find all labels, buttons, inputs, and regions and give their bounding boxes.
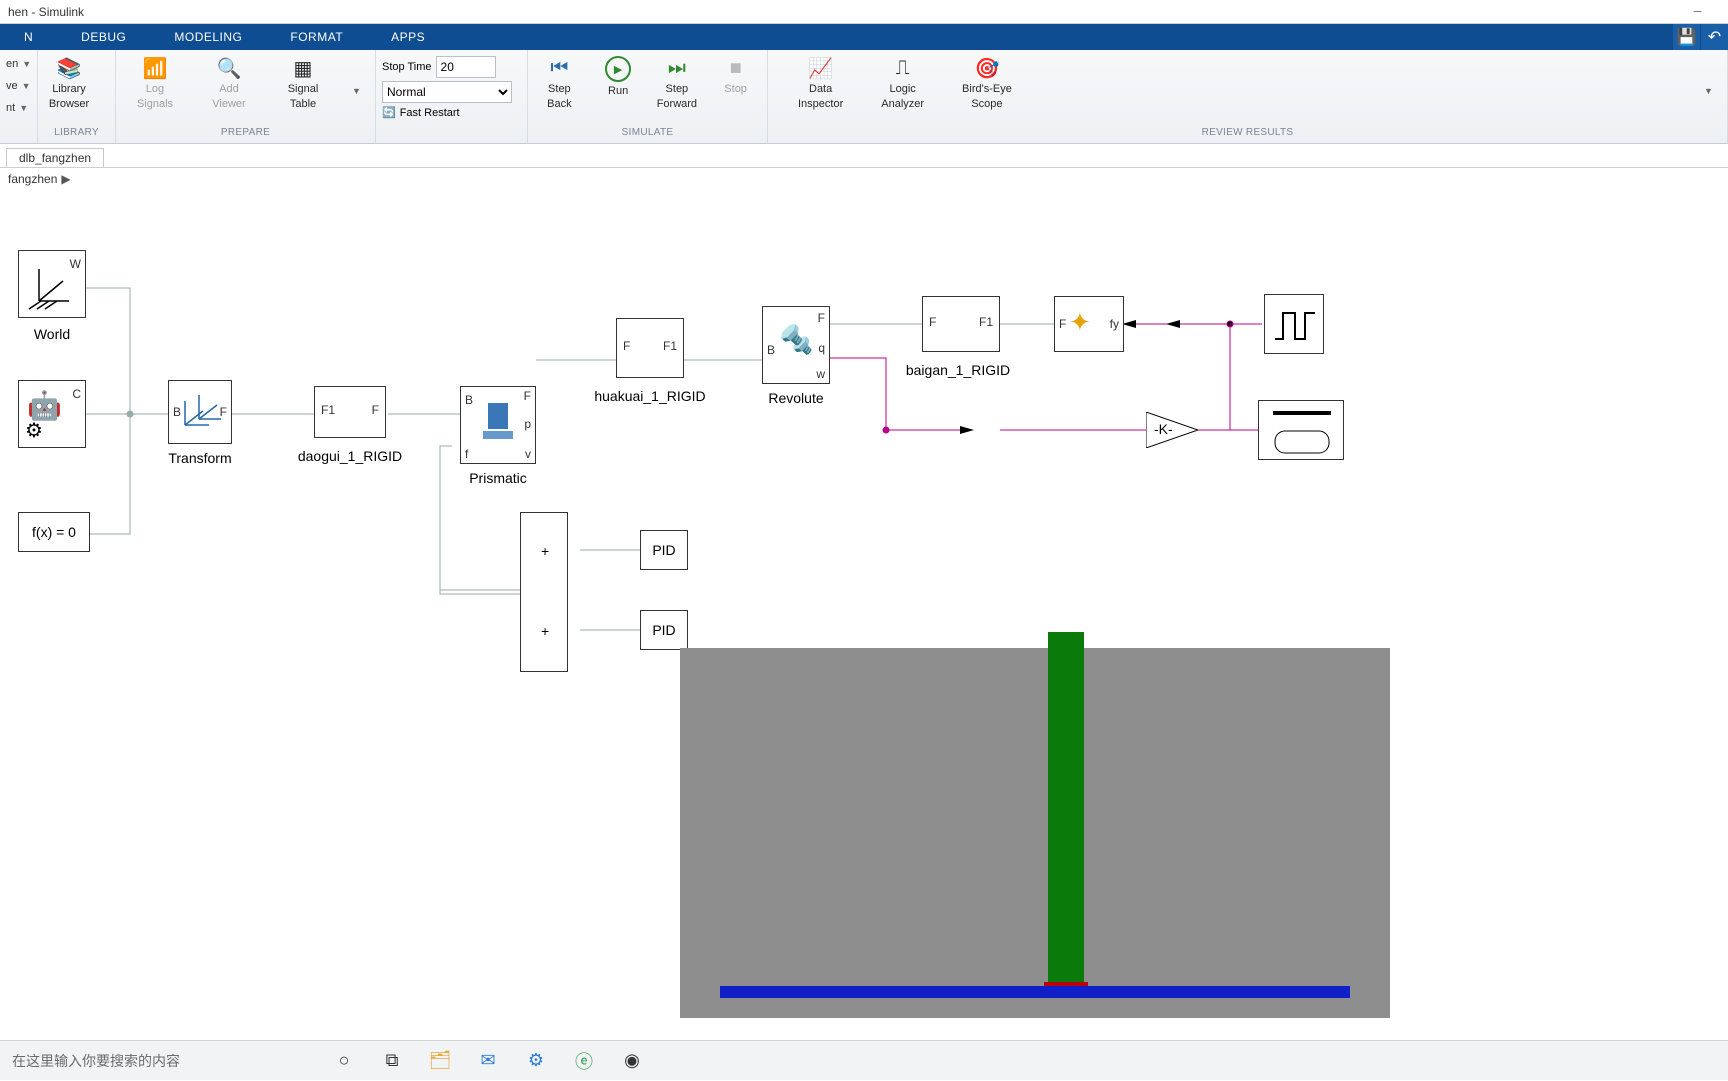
- birds-eye-button[interactable]: 🎯 Bird's-EyeScope: [958, 54, 1016, 112]
- ribbon-tabs: N DEBUG MODELING FORMAT APPS 💾 ↶: [0, 24, 1728, 50]
- viewer-rail: [720, 986, 1350, 998]
- file-explorer-icon[interactable]: 🗂: [416, 1041, 464, 1081]
- block-label: Revolute: [726, 390, 866, 406]
- analyzer-icon: ⎍: [891, 56, 915, 80]
- block-pid-2[interactable]: PID: [640, 610, 688, 650]
- block-pid-1[interactable]: PID: [640, 530, 688, 570]
- undo-quick-button[interactable]: ↶: [1700, 24, 1728, 50]
- log-signals-button[interactable]: 📶 LogSignals: [130, 54, 180, 112]
- mail-icon[interactable]: ✉: [464, 1041, 512, 1081]
- revolute-icon: 🔩: [779, 323, 814, 356]
- section-label: PREPARE: [122, 127, 369, 143]
- breadcrumb-root[interactable]: fangzhen: [8, 172, 57, 186]
- force-icon: ✦: [1069, 307, 1091, 338]
- step-back-button[interactable]: ⏮ StepBack: [534, 54, 584, 112]
- toolstrip: en▼ ve▼ nt▼ 📚 Library Browser LIBRARY 📶 …: [0, 50, 1728, 144]
- section-label: REVIEW RESULTS: [774, 127, 1721, 143]
- block-external-force[interactable]: ✦ F fy: [1054, 296, 1124, 352]
- pulse-icon: [1265, 295, 1323, 353]
- fast-restart-icon: 🔄: [382, 106, 396, 119]
- model-tab[interactable]: dlb_fangzhen: [6, 148, 104, 167]
- stop-button[interactable]: ■ Stop: [711, 54, 761, 97]
- block-huakuai-rigid[interactable]: F F1: [616, 318, 684, 378]
- breadcrumb[interactable]: fangzhen ▶: [0, 168, 1728, 190]
- minimize-button[interactable]: ─: [1675, 0, 1720, 24]
- stop-icon: ■: [724, 56, 748, 80]
- run-button[interactable]: ▶ Run: [593, 54, 643, 99]
- save-quick-button[interactable]: 💾: [1672, 24, 1700, 50]
- stop-time-label: Stop Time: [382, 61, 432, 73]
- edge-icon[interactable]: ⓔ: [560, 1041, 608, 1081]
- tab-modeling[interactable]: MODELING: [150, 24, 266, 50]
- block-daogui-rigid[interactable]: F1 F: [314, 386, 386, 438]
- block-label: Prismatic: [428, 470, 568, 486]
- block-prismatic-joint[interactable]: B F p v f: [460, 386, 536, 464]
- stop-time-input[interactable]: [436, 56, 496, 78]
- step-back-icon: ⏮: [547, 56, 571, 80]
- block-gain[interactable]: -K-: [1146, 412, 1198, 448]
- taskbar-search[interactable]: 在这里输入你要搜索的内容: [0, 1041, 320, 1081]
- signal-table-button[interactable]: ▦ SignalTable: [278, 54, 328, 112]
- block-world-frame[interactable]: W: [18, 250, 86, 318]
- block-solver-config[interactable]: f(x) = 0: [18, 512, 90, 552]
- model-canvas[interactable]: W World 🤖 ⚙ C f(x) = 0 B F Transform F1 …: [0, 190, 1728, 1040]
- scope-icon: 🎯: [975, 56, 999, 80]
- settings-icon[interactable]: ⚙: [512, 1041, 560, 1081]
- fast-restart-button[interactable]: 🔄 Fast Restart: [382, 106, 521, 119]
- review-more[interactable]: ▼: [1704, 86, 1713, 96]
- block-label: Transform: [130, 450, 270, 466]
- block-pulse-generator[interactable]: [1264, 294, 1324, 354]
- logic-analyzer-button[interactable]: ⎍ LogicAnalyzer: [877, 54, 928, 112]
- block-revolute-joint[interactable]: 🔩 B F q w: [762, 306, 830, 384]
- block-label: baigan_1_RIGID: [878, 362, 1038, 378]
- obs-icon[interactable]: ◉: [608, 1041, 656, 1081]
- block-scope[interactable]: [1258, 400, 1344, 460]
- step-fwd-icon: ⏭: [665, 56, 689, 80]
- block-label: World: [0, 326, 122, 342]
- tab-format[interactable]: FORMAT: [266, 24, 367, 50]
- play-icon: ▶: [605, 56, 631, 82]
- block-baigan-rigid[interactable]: F F1: [922, 296, 1000, 352]
- window-title: hen - Simulink: [8, 5, 1675, 19]
- library-icon: 📚: [57, 56, 81, 80]
- block-rigid-transform[interactable]: B F: [168, 380, 232, 444]
- data-inspector-button[interactable]: 📈 DataInspector: [794, 54, 847, 112]
- inspector-icon: 📈: [809, 56, 833, 80]
- model-tabs: dlb_fangzhen: [0, 144, 1728, 168]
- section-label: SIMULATE: [534, 127, 761, 143]
- step-forward-button[interactable]: ⏭ StepForward: [652, 54, 702, 112]
- open-button[interactable]: en▼: [6, 54, 31, 74]
- tab-debug[interactable]: DEBUG: [57, 24, 150, 50]
- section-label: LIBRARY: [44, 127, 109, 143]
- signal-icon: 📶: [143, 56, 167, 80]
- simulation-mode-select[interactable]: Normal: [382, 81, 512, 103]
- block-mechanism-config[interactable]: 🤖 ⚙ C: [18, 380, 86, 448]
- taskbar-search-placeholder: 在这里输入你要搜索的内容: [12, 1051, 180, 1071]
- prepare-more[interactable]: ▼: [352, 86, 361, 96]
- add-viewer-button[interactable]: 🔍 AddViewer: [204, 54, 254, 112]
- scope-icon: [1259, 401, 1343, 459]
- windows-taskbar: 在这里输入你要搜索的内容 ○ ⧉ 🗂 ✉ ⚙ ⓔ ◉: [0, 1040, 1728, 1080]
- tab-simulation[interactable]: N: [0, 24, 57, 50]
- block-label: huakuai_1_RIGID: [570, 388, 730, 404]
- table-icon: ▦: [291, 56, 315, 80]
- print-button[interactable]: nt▼: [6, 98, 31, 118]
- tab-apps[interactable]: APPS: [367, 24, 449, 50]
- task-view-icon[interactable]: ⧉: [368, 1041, 416, 1081]
- block-label: daogui_1_RIGID: [270, 448, 430, 464]
- mechanics-explorer-window[interactable]: [680, 648, 1390, 1018]
- cortana-icon[interactable]: ○: [320, 1041, 368, 1081]
- chevron-right-icon: ▶: [61, 172, 70, 186]
- viewer-pendulum-pole: [1048, 632, 1084, 984]
- prismatic-icon: [483, 403, 513, 443]
- library-browser-button[interactable]: 📚 Library Browser: [44, 54, 94, 112]
- viewer-icon: 🔍: [217, 56, 241, 80]
- title-bar: hen - Simulink ─: [0, 0, 1728, 24]
- block-sum[interactable]: + +: [520, 512, 568, 672]
- save-button[interactable]: ve▼: [6, 76, 31, 96]
